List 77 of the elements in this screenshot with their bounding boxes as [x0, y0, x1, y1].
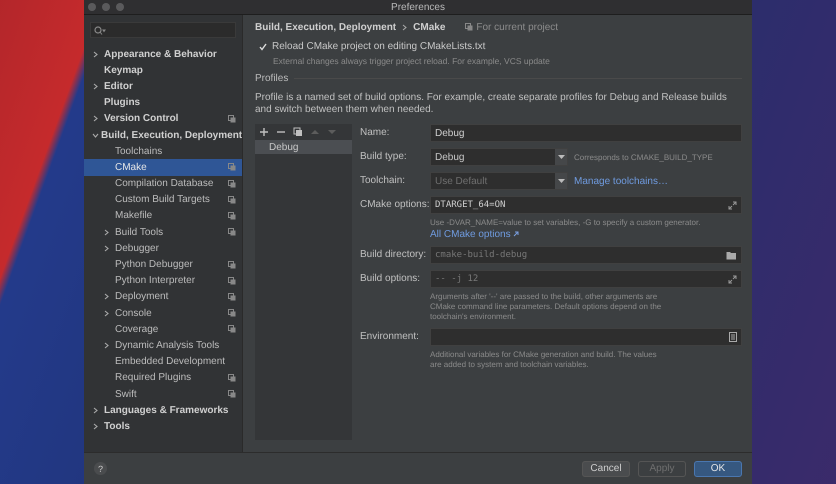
sidebar-item[interactable]: Toolchains: [84, 143, 242, 160]
dropdown[interactable]: Debug: [430, 148, 568, 166]
chevron-right-icon[interactable]: [92, 115, 99, 122]
field-label: Name:: [360, 126, 390, 140]
document-icon[interactable]: [729, 332, 737, 342]
sidebar-item[interactable]: Debugger: [84, 240, 242, 256]
expand-icon[interactable]: [728, 200, 737, 210]
section-title: Profiles: [255, 73, 288, 84]
sidebar-item[interactable]: Keymap: [84, 62, 242, 78]
copy-icon[interactable]: [293, 127, 303, 137]
sidebar-item[interactable]: Required Plugins: [84, 370, 242, 386]
sidebar-item[interactable]: Dynamic Analysis Tools: [84, 337, 242, 354]
breadcrumb-page: CMake: [413, 22, 446, 32]
input-field[interactable]: DTARGET_64=ON: [430, 196, 742, 214]
expand-icon[interactable]: [728, 274, 737, 284]
sidebar-item[interactable]: Python Interpreter: [84, 272, 242, 289]
search-field[interactable]: [90, 22, 236, 38]
field-label: CMake options:: [360, 198, 430, 212]
folder-icon[interactable]: [726, 250, 737, 260]
sidebar-item[interactable]: Compilation Database: [84, 176, 242, 192]
chevron-right-icon[interactable]: [103, 293, 110, 300]
sidebar-item[interactable]: Editor: [84, 78, 242, 95]
profile-item[interactable]: Debug: [255, 140, 352, 154]
sidebar-item[interactable]: Makefile: [84, 208, 242, 224]
window-title: Preferences: [391, 2, 445, 12]
sidebar-item[interactable]: Plugins: [84, 94, 242, 111]
hint-text: Use -DVAR_NAME=value to set variables, -G to specify a custom generator.: [430, 218, 702, 228]
sidebar-item[interactable]: Build, Execution, Deployment: [84, 126, 242, 144]
sidebar-item[interactable]: Build Tools: [84, 224, 242, 240]
sidebar-item[interactable]: Coverage: [84, 321, 242, 338]
cancel-button[interactable]: Cancel: [582, 460, 630, 476]
caret-icon: [558, 179, 564, 183]
copy-icon: [465, 23, 474, 31]
help-button[interactable]: ?: [94, 462, 107, 475]
chevron-right-icon[interactable]: [92, 50, 99, 58]
input-field[interactable]: Debug: [430, 124, 742, 142]
description-text: Profile is a named set of build options. For example, create separate profiles for Debug and Release builds and switch between them when needed.: [255, 92, 728, 116]
chevron-right-icon[interactable]: [103, 228, 110, 236]
external-link-icon: [513, 231, 520, 237]
sidebar-item[interactable]: Appearance & Behavior: [84, 46, 242, 62]
sidebar-item[interactable]: Tools: [84, 418, 242, 434]
chevron-right-icon[interactable]: [103, 244, 110, 252]
hint-text: Additional variables for CMake generation and build. The values are added to system and toolchain variables.: [430, 350, 658, 370]
hint-text: External changes always trigger project reload. For example, VCS update: [272, 56, 551, 66]
sidebar-item[interactable]: Console: [84, 305, 242, 322]
add-icon[interactable]: [259, 127, 269, 137]
scope-label: For current project: [476, 22, 558, 32]
chevron-right-icon[interactable]: [92, 422, 99, 430]
field-label: Build options:: [360, 272, 422, 286]
input-field[interactable]: [430, 328, 742, 346]
chevron-right-icon[interactable]: [103, 310, 110, 317]
field-label: Build type:: [360, 150, 408, 164]
caret-icon: [558, 155, 564, 159]
chevron-right-icon[interactable]: [92, 406, 99, 414]
sidebar-item[interactable]: Embedded Development: [84, 354, 242, 370]
chevron-right-icon[interactable]: [103, 342, 110, 349]
checkbox-label: Reload CMake project on editing CMakeLists.txt: [272, 41, 486, 52]
breadcrumb-section: Build, Execution, Deployment: [255, 22, 396, 32]
field-label: Toolchain:: [360, 174, 406, 188]
cmake-options-link[interactable]: All CMake options: [430, 229, 742, 240]
sidebar-item[interactable]: Languages & Frameworks: [84, 402, 242, 418]
chevron-right-icon: [402, 24, 408, 30]
hint-text: Arguments after '--' are passed to the build, other arguments are CMake command line parameters. Default options depend on the toolchain's environment.: [430, 292, 662, 322]
chevron-right-icon[interactable]: [92, 82, 99, 90]
sidebar-item[interactable]: Python Debugger: [84, 256, 242, 273]
reload-checkbox[interactable]: [258, 42, 267, 51]
chevron-down-icon[interactable]: [92, 132, 99, 139]
field-label: Environment:: [360, 330, 420, 344]
sidebar-item[interactable]: Version Control: [84, 110, 242, 127]
search-icon: [94, 26, 106, 34]
sidebar-item[interactable]: CMake: [84, 159, 242, 176]
ok-button[interactable]: OK: [694, 460, 742, 476]
hint-text: Corresponds to CMAKE_BUILD_TYPE: [574, 152, 713, 162]
sidebar-item[interactable]: Custom Build Targets: [84, 192, 242, 208]
sidebar-item[interactable]: Deployment: [84, 288, 242, 305]
sidebar-item[interactable]: Swift: [84, 386, 242, 402]
field-label: Build directory:: [360, 248, 428, 262]
